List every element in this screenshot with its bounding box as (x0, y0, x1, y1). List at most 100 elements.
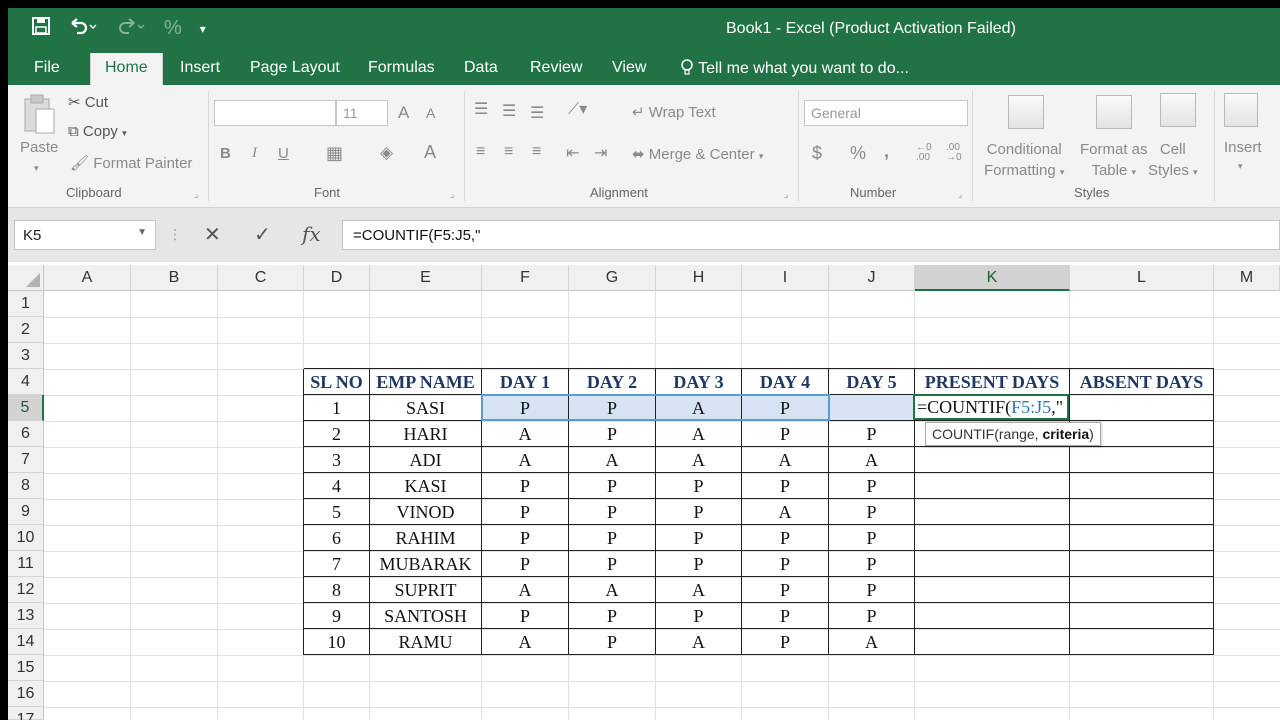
table-header-cell[interactable]: DAY 2 (569, 369, 656, 395)
align-right-icon[interactable]: ≡ (532, 143, 541, 161)
table-cell[interactable] (1070, 473, 1214, 499)
table-header-cell[interactable]: DAY 1 (482, 369, 569, 395)
table-cell[interactable]: A (656, 421, 742, 447)
column-header-b[interactable]: B (131, 265, 218, 291)
table-cell[interactable]: 9 (304, 603, 370, 629)
font-launcher-icon[interactable]: ⌟ (450, 189, 454, 200)
table-cell[interactable]: P (656, 499, 742, 525)
table-cell[interactable]: P (569, 551, 656, 577)
table-header-cell[interactable]: DAY 5 (829, 369, 915, 395)
tab-page-layout[interactable]: Page Layout (250, 59, 340, 77)
table-header-cell[interactable]: EMP NAME (370, 369, 482, 395)
cancel-icon[interactable]: ✕ (204, 222, 221, 247)
table-cell[interactable]: 2 (304, 421, 370, 447)
table-cell[interactable]: P (482, 499, 569, 525)
table-cell[interactable]: P (569, 603, 656, 629)
table-cell[interactable] (915, 499, 1070, 525)
table-cell[interactable]: A (482, 421, 569, 447)
table-cell[interactable]: P (569, 473, 656, 499)
row-header-9[interactable]: 9 (8, 499, 44, 525)
table-cell[interactable]: P (482, 551, 569, 577)
table-cell[interactable] (915, 447, 1070, 473)
row-header-2[interactable]: 2 (8, 317, 44, 343)
column-header-g[interactable]: G (569, 265, 656, 291)
align-left-icon[interactable]: ≡ (476, 143, 485, 161)
table-cell[interactable]: SUPRIT (370, 577, 482, 603)
column-header-k[interactable]: K (915, 265, 1070, 291)
table-cell[interactable]: 6 (304, 525, 370, 551)
table-cell[interactable]: 1 (304, 395, 370, 421)
table-cell[interactable]: ADI (370, 447, 482, 473)
table-cell[interactable]: P (656, 473, 742, 499)
table-cell[interactable] (1070, 551, 1214, 577)
insert-dropdown-icon[interactable]: ▾ (1238, 161, 1243, 172)
comma-button[interactable]: , (884, 141, 889, 162)
paste-button[interactable]: Paste (20, 139, 58, 156)
table-cell[interactable]: A (482, 447, 569, 473)
table-cell[interactable]: P (569, 421, 656, 447)
fill-color-icon[interactable]: ◈ (380, 143, 393, 163)
table-cell[interactable]: SASI (370, 395, 482, 421)
insert-cells-button[interactable]: Insert (1224, 139, 1262, 156)
table-cell[interactable] (915, 525, 1070, 551)
table-cell[interactable]: P (742, 525, 829, 551)
redo-icon[interactable] (116, 17, 146, 40)
borders-icon[interactable]: ▦ (326, 143, 343, 164)
alignment-launcher-icon[interactable]: ⌟ (784, 189, 788, 200)
merge-center-button[interactable]: ⬌ Merge & Center ▾ (632, 145, 763, 163)
table-cell[interactable] (915, 473, 1070, 499)
format-as-table-button[interactable]: Format as Table ▾ (1080, 139, 1148, 183)
row-header-15[interactable]: 15 (8, 655, 44, 681)
table-cell[interactable]: P (742, 629, 829, 655)
table-cell[interactable]: P (742, 577, 829, 603)
increase-decimal-icon[interactable]: ←0.00 (916, 143, 932, 163)
table-cell[interactable]: P (829, 473, 915, 499)
table-cell[interactable]: 8 (304, 577, 370, 603)
table-cell[interactable] (1070, 395, 1214, 421)
align-top-icon[interactable]: ☰ (474, 99, 488, 119)
number-format-box[interactable]: General (804, 100, 968, 126)
table-cell[interactable]: 4 (304, 473, 370, 499)
align-bottom-icon[interactable]: ☰ (530, 103, 544, 123)
table-cell[interactable] (915, 551, 1070, 577)
shrink-font-icon[interactable]: A (426, 105, 435, 121)
table-cell[interactable]: P (829, 499, 915, 525)
table-cell[interactable] (1070, 629, 1214, 655)
table-cell[interactable]: P (742, 551, 829, 577)
row-header-3[interactable]: 3 (8, 343, 44, 369)
save-icon[interactable] (32, 17, 50, 40)
table-cell[interactable]: P (742, 421, 829, 447)
table-cell[interactable]: A (829, 447, 915, 473)
grow-font-icon[interactable]: A (398, 103, 409, 123)
tab-insert[interactable]: Insert (180, 59, 220, 77)
table-cell[interactable]: P (569, 525, 656, 551)
table-cell[interactable] (1070, 603, 1214, 629)
column-header-d[interactable]: D (304, 265, 370, 291)
cell-styles-button[interactable]: Cell Styles ▾ (1148, 139, 1198, 183)
align-middle-icon[interactable]: ☰ (502, 101, 516, 121)
table-cell[interactable]: 10 (304, 629, 370, 655)
tab-data[interactable]: Data (464, 59, 498, 77)
table-cell[interactable]: A (569, 577, 656, 603)
undo-icon[interactable] (68, 17, 98, 40)
table-cell[interactable] (915, 577, 1070, 603)
row-header-16[interactable]: 16 (8, 681, 44, 707)
row-header-10[interactable]: 10 (8, 525, 44, 551)
table-cell[interactable]: MUBARAK (370, 551, 482, 577)
column-header-m[interactable]: M (1214, 265, 1280, 291)
underline-button[interactable]: U (278, 145, 289, 162)
row-header-8[interactable]: 8 (8, 473, 44, 499)
formula-input[interactable]: =COUNTIF(F5:J5," (342, 220, 1280, 250)
table-cell[interactable]: A (482, 629, 569, 655)
table-cell[interactable]: KASI (370, 473, 482, 499)
table-cell[interactable]: VINOD (370, 499, 482, 525)
table-cell[interactable]: 7 (304, 551, 370, 577)
align-center-icon[interactable]: ≡ (504, 143, 513, 161)
tab-formulas[interactable]: Formulas (368, 59, 435, 77)
bold-button[interactable]: B (220, 145, 231, 162)
table-cell[interactable]: P (829, 421, 915, 447)
currency-button[interactable]: $ (812, 143, 822, 164)
name-box-dropdown-icon[interactable]: ▼ (137, 227, 147, 238)
row-header-14[interactable]: 14 (8, 629, 44, 655)
customize-icon[interactable]: ▾ (200, 22, 206, 36)
